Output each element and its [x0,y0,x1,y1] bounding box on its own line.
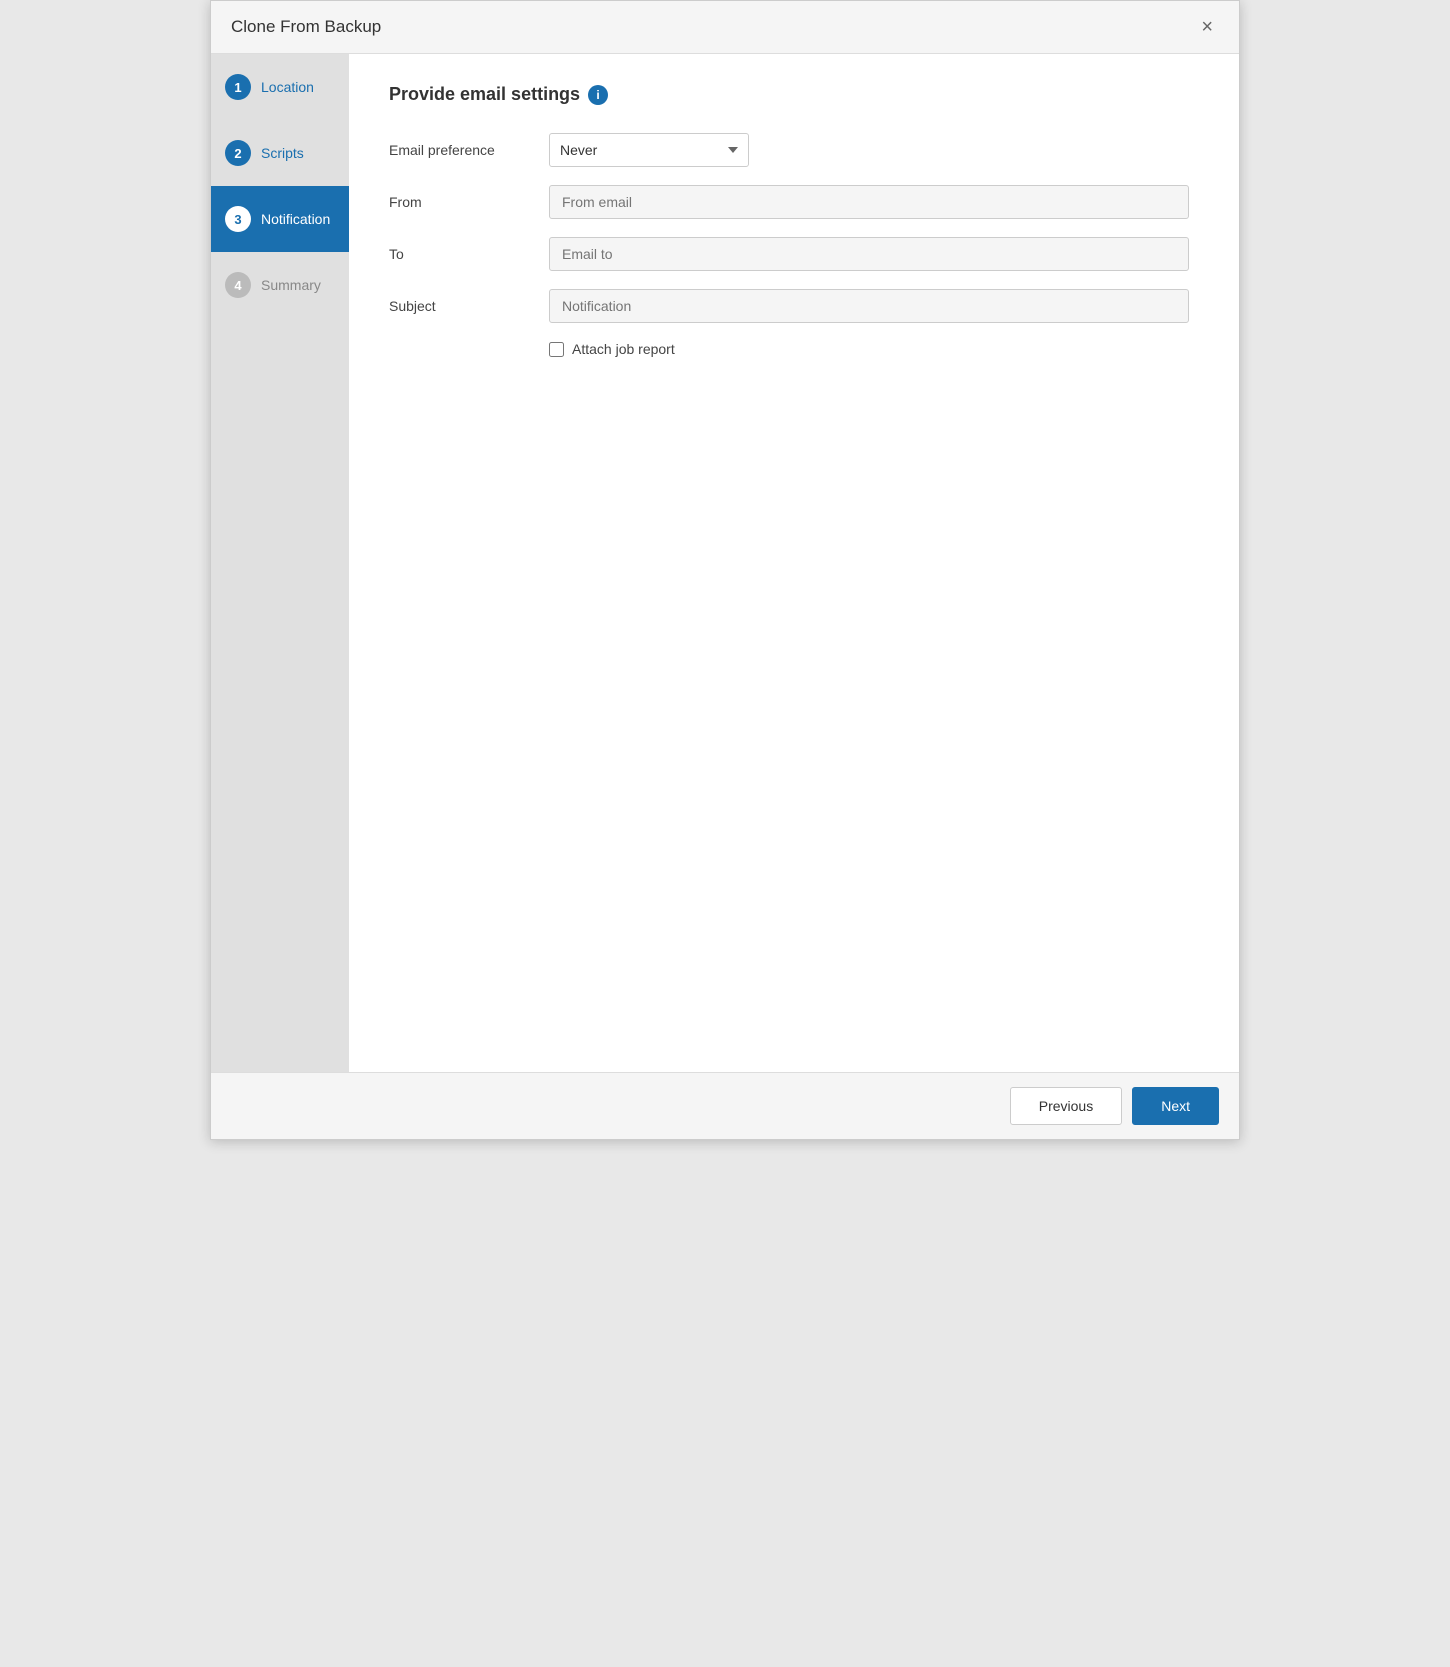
from-label: From [389,194,549,210]
section-title-text: Provide email settings [389,84,580,105]
step-badge-3: 3 [225,206,251,232]
sidebar-item-label-summary: Summary [261,277,321,293]
sidebar: 1 Location 2 Scripts 3 Notification 4 Su… [211,54,349,1072]
from-input[interactable] [549,185,1189,219]
sidebar-item-label-scripts: Scripts [261,145,304,161]
step-badge-1: 1 [225,74,251,100]
subject-label: Subject [389,298,549,314]
sidebar-item-label-notification: Notification [261,211,330,227]
email-preference-select[interactable]: Never Always On Failure On Success [549,133,749,167]
sidebar-item-notification[interactable]: 3 Notification [211,186,349,252]
step-badge-4: 4 [225,272,251,298]
dialog-title: Clone From Backup [231,17,381,37]
sidebar-item-scripts[interactable]: 2 Scripts [211,120,349,186]
clone-from-backup-dialog: Clone From Backup × 1 Location 2 Scripts… [210,0,1240,1140]
email-preference-label: Email preference [389,142,549,158]
to-input[interactable] [549,237,1189,271]
previous-button[interactable]: Previous [1010,1087,1122,1125]
section-title: Provide email settings i [389,84,1199,105]
step-badge-2: 2 [225,140,251,166]
dialog-header: Clone From Backup × [211,1,1239,54]
sidebar-item-label-location: Location [261,79,314,95]
from-row: From [389,185,1199,219]
info-icon[interactable]: i [588,85,608,105]
to-label: To [389,246,549,262]
attach-job-report-checkbox[interactable] [549,342,564,357]
dialog-footer: Previous Next [211,1072,1239,1139]
to-row: To [389,237,1199,271]
email-preference-row: Email preference Never Always On Failure… [389,133,1199,167]
subject-row: Subject [389,289,1199,323]
subject-input[interactable] [549,289,1189,323]
sidebar-item-summary[interactable]: 4 Summary [211,252,349,318]
next-button[interactable]: Next [1132,1087,1219,1125]
attach-job-report-row: Attach job report [389,341,1199,357]
attach-job-report-label[interactable]: Attach job report [572,341,675,357]
close-button[interactable]: × [1195,15,1219,39]
main-content: Provide email settings i Email preferenc… [349,54,1239,1072]
sidebar-item-location[interactable]: 1 Location [211,54,349,120]
dialog-body: 1 Location 2 Scripts 3 Notification 4 Su… [211,54,1239,1072]
